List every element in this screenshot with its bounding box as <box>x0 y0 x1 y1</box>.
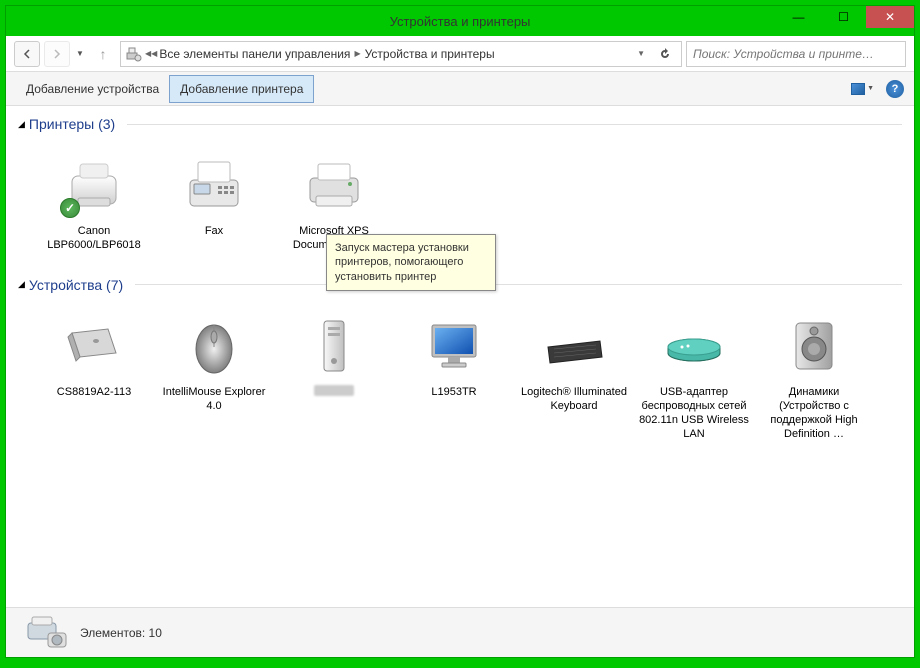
collapse-icon: ◢ <box>18 119 25 130</box>
breadcrumb-dropdown[interactable]: ▼ <box>635 49 647 58</box>
device-item-speaker[interactable]: Динамики (Устройство с поддержкой High D… <box>754 303 874 448</box>
forward-button[interactable] <box>44 41 70 67</box>
keyboard-icon <box>538 309 610 381</box>
close-button[interactable]: ✕ <box>866 6 914 28</box>
devices-printers-icon <box>125 45 143 63</box>
statusbar-text: Элементов: 10 <box>80 626 162 640</box>
device-item-canon[interactable]: ✓ Canon LBP6000/LBP6018 <box>34 142 154 259</box>
view-options-button[interactable]: ▼ <box>851 83 874 95</box>
tooltip: Запуск мастера установки принтеров, помо… <box>326 234 496 291</box>
device-item-keyboard[interactable]: Logitech® Illuminated Keyboard <box>514 303 634 448</box>
device-item-mouse[interactable]: IntelliMouse Explorer 4.0 <box>154 303 274 448</box>
add-printer-button[interactable]: Добавление принтера <box>169 75 314 103</box>
search-box[interactable] <box>686 41 906 67</box>
device-label: USB-адаптер беспроводных сетей 802.11n U… <box>638 385 750 442</box>
default-check-icon: ✓ <box>60 198 80 218</box>
device-item-tower[interactable] <box>274 303 394 448</box>
breadcrumb-item-2[interactable]: Устройства и принтеры <box>365 47 495 61</box>
printer-icon: ✓ <box>58 148 130 220</box>
device-item-router[interactable]: USB-адаптер беспроводных сетей 802.11n U… <box>634 303 754 448</box>
statusbar: Элементов: 10 <box>6 607 914 657</box>
collapse-icon: ◢ <box>18 279 25 290</box>
router-icon <box>658 309 730 381</box>
up-button[interactable]: ↑ <box>90 41 116 67</box>
device-item-fax[interactable]: Fax <box>154 142 274 259</box>
maximize-button[interactable]: ☐ <box>821 6 866 28</box>
chevron-right-icon[interactable]: ▶ <box>352 49 362 58</box>
window: Устройства и принтеры — ☐ ✕ ▼ ↑ ◀◀ Все э… <box>5 5 915 658</box>
device-label: Fax <box>205 224 223 238</box>
search-input[interactable] <box>693 47 899 61</box>
breadcrumb-root-chevron[interactable]: ◀◀ <box>145 49 157 58</box>
computer-icon <box>298 309 370 381</box>
speaker-icon <box>778 309 850 381</box>
history-dropdown[interactable]: ▼ <box>74 49 86 58</box>
view-icon <box>851 83 865 95</box>
monitor-icon <box>418 309 490 381</box>
group-devices-title: Устройства (7) <box>29 277 123 293</box>
group-printers-header[interactable]: ◢ Принтеры (3) <box>18 110 902 138</box>
breadcrumb[interactable]: ◀◀ Все элементы панели управления ▶ Устр… <box>120 41 682 67</box>
group-printers-title: Принтеры (3) <box>29 116 115 132</box>
refresh-button[interactable] <box>653 42 677 66</box>
mouse-icon <box>178 309 250 381</box>
statusbar-icon <box>22 615 70 651</box>
titlebar: Устройства и принтеры — ☐ ✕ <box>6 6 914 36</box>
device-label: L1953TR <box>431 385 476 399</box>
device-label: Динамики (Устройство с поддержкой High D… <box>758 385 870 442</box>
toolbar: Добавление устройства Добавление принтер… <box>6 72 914 106</box>
content-area: Запуск мастера установки принтеров, помо… <box>6 106 914 607</box>
chevron-down-icon: ▼ <box>867 85 874 92</box>
addressbar: ▼ ↑ ◀◀ Все элементы панели управления ▶ … <box>6 36 914 72</box>
device-label: Logitech® Illuminated Keyboard <box>518 385 630 414</box>
printer-icon <box>298 148 370 220</box>
help-button[interactable]: ? <box>886 80 904 98</box>
device-label: Canon LBP6000/LBP6018 <box>38 224 150 253</box>
devices-items: CS8819A2-113 IntelliMouse Explorer 4.0 <box>18 299 902 460</box>
minimize-button[interactable]: — <box>776 6 821 28</box>
fax-icon <box>178 148 250 220</box>
add-device-button[interactable]: Добавление устройства <box>16 76 169 102</box>
device-label: IntelliMouse Explorer 4.0 <box>158 385 270 414</box>
hdd-icon <box>58 309 130 381</box>
device-item-hdd[interactable]: CS8819A2-113 <box>34 303 154 448</box>
window-controls: — ☐ ✕ <box>776 6 914 28</box>
device-item-monitor[interactable]: L1953TR <box>394 303 514 448</box>
device-label <box>314 385 354 400</box>
breadcrumb-item-1[interactable]: Все элементы панели управления <box>159 47 350 61</box>
device-label: CS8819A2-113 <box>57 385 131 399</box>
back-button[interactable] <box>14 41 40 67</box>
